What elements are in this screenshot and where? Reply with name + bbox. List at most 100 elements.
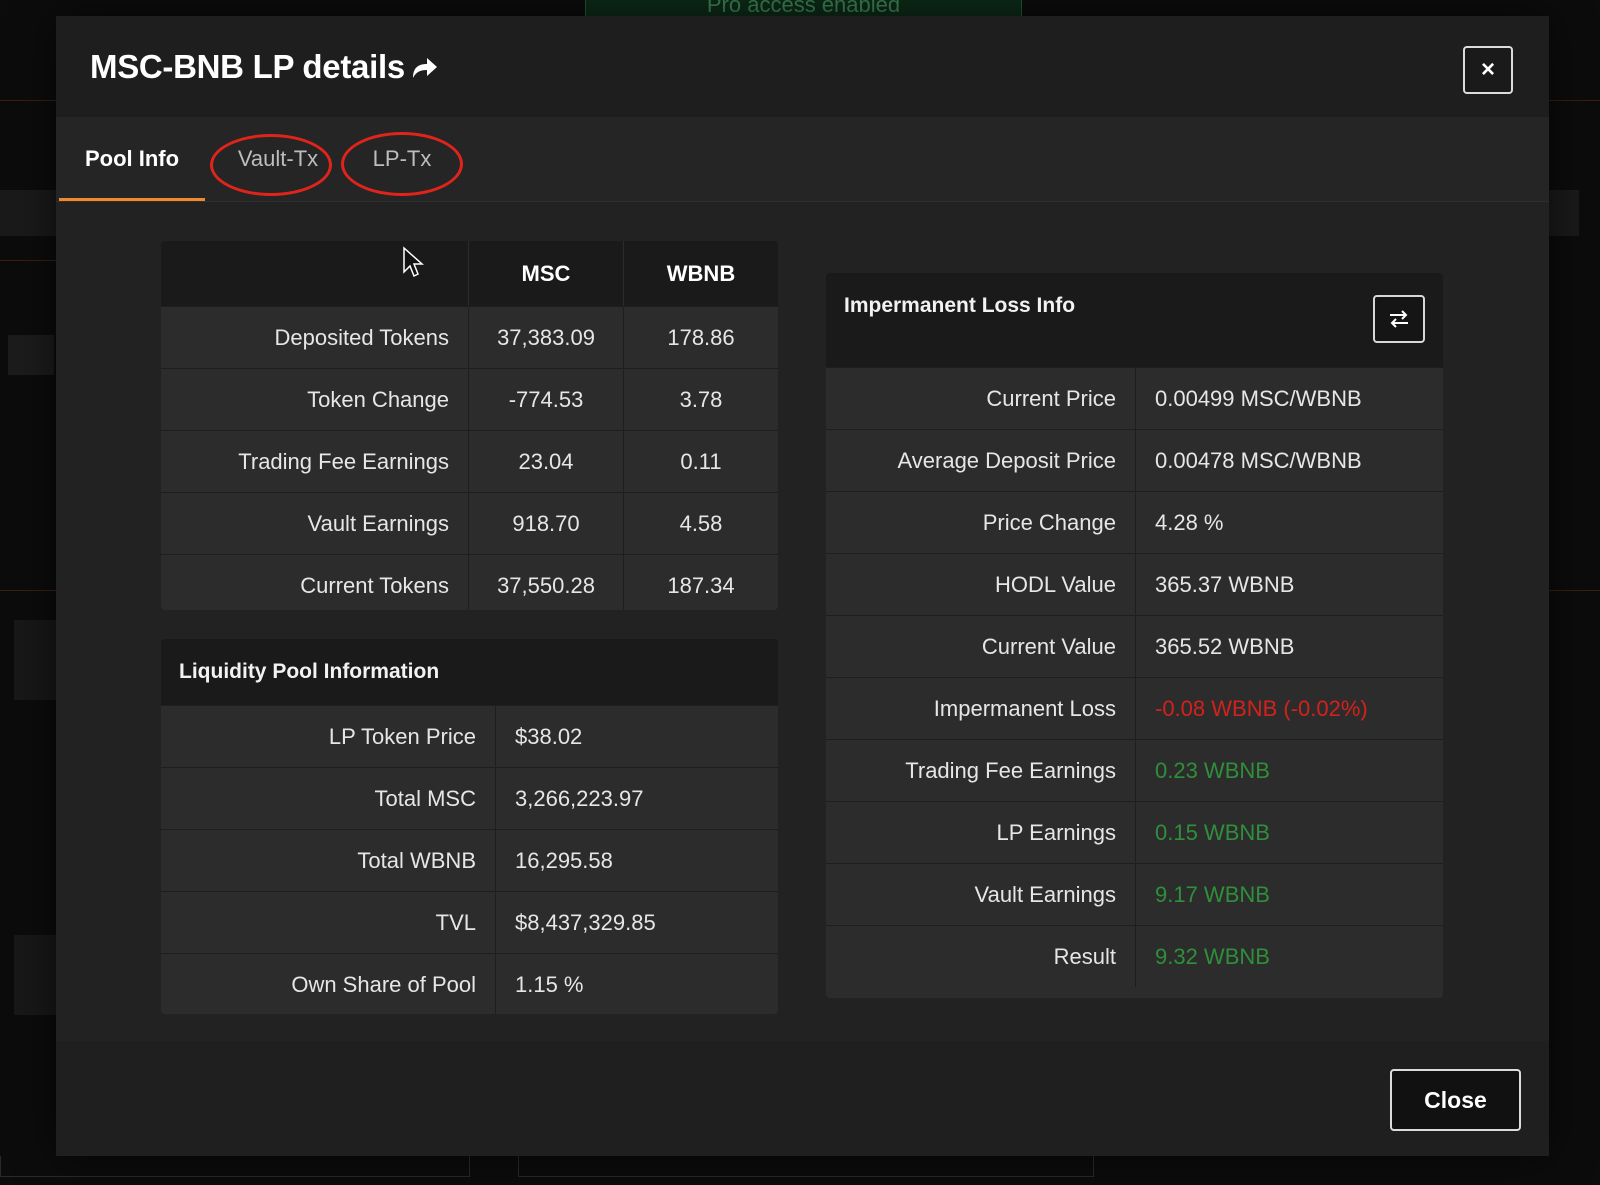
table-row: Price Change 4.28 % (826, 491, 1443, 553)
modal-header: MSC-BNB LP details × (56, 16, 1549, 117)
wbnb-value: 0.11 (680, 448, 722, 474)
table-row: Total MSC 3,266,223.97 (161, 767, 778, 829)
table-row: Vault Earnings 918.70 4.58 (161, 492, 778, 554)
tab-bar: Pool Info Vault-Tx LP-Tx (56, 117, 1549, 202)
share-arrow-icon[interactable] (409, 54, 439, 80)
row-label: Token Change (161, 369, 469, 430)
liquidity-pool-title: Liquidity Pool Information (179, 660, 440, 683)
msc-value: 23.04 (469, 431, 624, 492)
tab-label: Vault-Tx (237, 146, 319, 171)
table-row: Vault Earnings 9.17 WBNB (826, 863, 1443, 925)
row-label: Current Tokens (161, 555, 469, 610)
wbnb-value: 187.34 (667, 572, 735, 598)
bg-fragment (0, 190, 56, 236)
table-row: TVL $8,437,329.85 (161, 891, 778, 953)
row-label: Trading Fee Earnings (826, 740, 1136, 801)
close-icon: × (1480, 56, 1495, 83)
token-table-header: MSC WBNB (161, 241, 778, 306)
wbnb-value: 178.86 (667, 324, 735, 350)
table-row: Impermanent Loss -0.08 WBNB (-0.02%) (826, 677, 1443, 739)
row-label: Total WBNB (161, 830, 496, 891)
row-value: 9.32 WBNB (1155, 943, 1270, 969)
row-label: LP Earnings (826, 802, 1136, 863)
msc-value: 37,550.28 (469, 555, 624, 610)
table-row: Result 9.32 WBNB (826, 925, 1443, 987)
table-row: Own Share of Pool 1.15 % (161, 953, 778, 1014)
msc-value: 37,383.09 (469, 307, 624, 368)
tab-label: LP-Tx (372, 146, 432, 171)
row-label: Current Price (826, 368, 1136, 429)
close-x-button[interactable]: × (1463, 46, 1513, 94)
swap-arrows-icon (1390, 310, 1408, 328)
column-header-wbnb: WBNB (666, 260, 736, 286)
table-row: Average Deposit Price 0.00478 MSC/WBNB (826, 429, 1443, 491)
row-label: Current Value (826, 616, 1136, 677)
table-row: Trading Fee Earnings 23.04 0.11 (161, 430, 778, 492)
table-row: Token Change -774.53 3.78 (161, 368, 778, 430)
row-label: Price Change (826, 492, 1136, 553)
column-header-msc: MSC (469, 241, 624, 306)
table-row: Deposited Tokens 37,383.09 178.86 (161, 306, 778, 368)
row-label: LP Token Price (161, 706, 496, 767)
row-value: 9.17 WBNB (1155, 881, 1270, 907)
table-row: Total WBNB 16,295.58 (161, 829, 778, 891)
row-value: 16,295.58 (515, 847, 613, 873)
impermanent-loss-header: Impermanent Loss Info (826, 273, 1443, 367)
row-value: 365.37 WBNB (1155, 571, 1295, 597)
tab-vault-tx[interactable]: Vault-Tx (216, 117, 340, 201)
bg-divider (0, 590, 56, 591)
bg-divider (1549, 100, 1600, 101)
close-button[interactable]: Close (1390, 1069, 1521, 1131)
bg-divider (0, 260, 56, 261)
row-label: Vault Earnings (826, 864, 1136, 925)
tab-pool-info[interactable]: Pool Info (59, 117, 205, 201)
lp-details-modal: MSC-BNB LP details × Pool Info Vault-Tx … (56, 16, 1549, 1156)
row-label: TVL (161, 892, 496, 953)
row-value: 0.00478 MSC/WBNB (1155, 447, 1362, 473)
swap-price-button[interactable] (1373, 295, 1425, 343)
bg-fragment (8, 335, 54, 375)
row-value: 0.23 WBNB (1155, 757, 1270, 783)
table-row: Trading Fee Earnings 0.23 WBNB (826, 739, 1443, 801)
table-row: Current Price 0.00499 MSC/WBNB (826, 367, 1443, 429)
row-label: Average Deposit Price (826, 430, 1136, 491)
bg-divider (0, 100, 56, 101)
tab-lp-tx[interactable]: LP-Tx (342, 117, 462, 201)
row-value: $38.02 (515, 723, 583, 749)
msc-value: 918.70 (469, 493, 624, 554)
row-label: Trading Fee Earnings (161, 431, 469, 492)
row-value: 0.15 WBNB (1155, 819, 1270, 845)
impermanent-loss-title: Impermanent Loss Info (844, 294, 1076, 317)
bg-card (0, 1156, 470, 1177)
wbnb-value: 3.78 (679, 386, 723, 412)
row-value: -0.08 WBNB (-0.02%) (1155, 695, 1368, 721)
active-tab-indicator (59, 198, 205, 201)
row-label: Deposited Tokens (161, 307, 469, 368)
token-table: MSC WBNB Deposited Tokens 37,383.09 178.… (161, 241, 778, 610)
row-label: Vault Earnings (161, 493, 469, 554)
row-label: Impermanent Loss (826, 678, 1136, 739)
table-row: Current Tokens 37,550.28 187.34 (161, 554, 778, 610)
row-label: Own Share of Pool (161, 954, 496, 1014)
wbnb-value: 4.58 (679, 510, 723, 536)
liquidity-pool-header: Liquidity Pool Information (161, 639, 778, 705)
tab-label: Pool Info (84, 146, 180, 171)
bg-fragment (1549, 190, 1579, 236)
bg-divider (1549, 590, 1600, 591)
bg-fragment (14, 620, 56, 700)
mouse-cursor-icon (403, 246, 424, 278)
row-value: $8,437,329.85 (515, 909, 656, 935)
row-label: Total MSC (161, 768, 496, 829)
table-row: Current Value 365.52 WBNB (826, 615, 1443, 677)
impermanent-loss-table: Impermanent Loss Info Current Price 0.00… (826, 273, 1443, 998)
table-row: HODL Value 365.37 WBNB (826, 553, 1443, 615)
modal-title: MSC-BNB LP details (90, 48, 439, 86)
liquidity-pool-table: Liquidity Pool Information LP Token Pric… (161, 639, 778, 1014)
modal-footer (56, 1041, 1549, 1156)
modal-title-text: MSC-BNB LP details (90, 48, 405, 85)
row-value: 4.28 % (1155, 509, 1224, 535)
table-row: LP Earnings 0.15 WBNB (826, 801, 1443, 863)
bg-fragment (14, 935, 56, 1015)
bg-card (518, 1156, 1094, 1177)
msc-value: -774.53 (469, 369, 624, 430)
